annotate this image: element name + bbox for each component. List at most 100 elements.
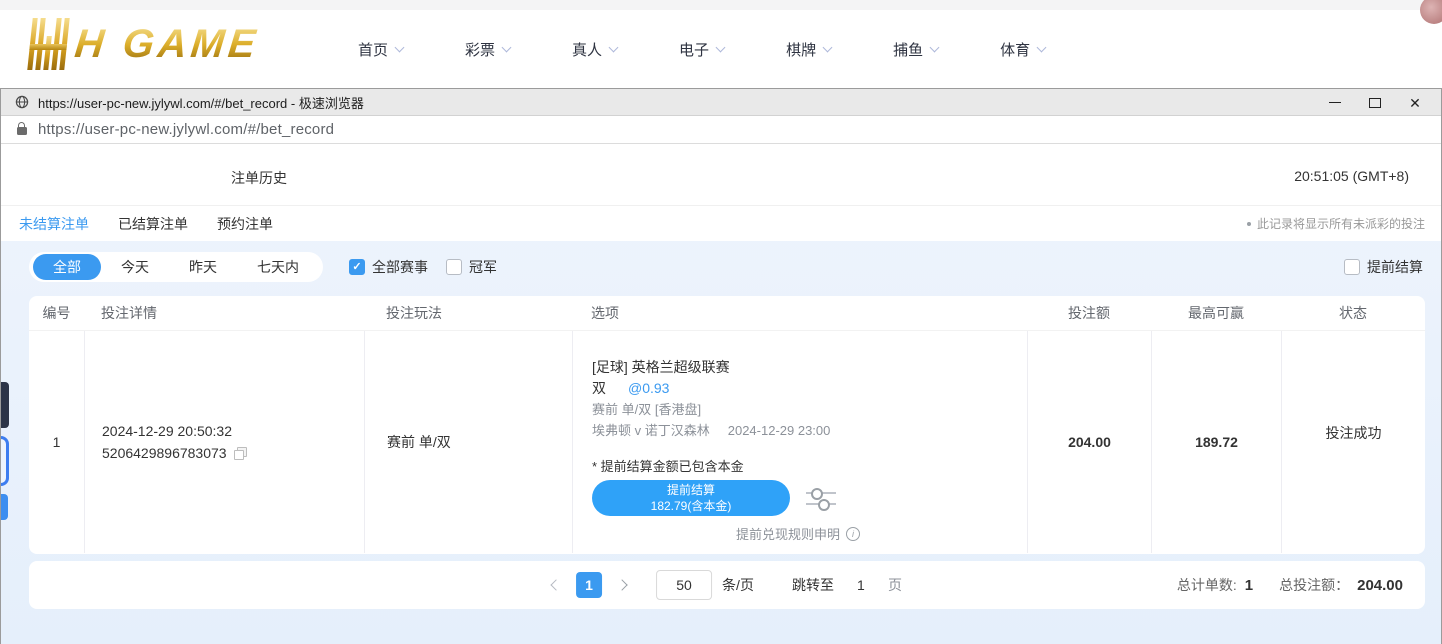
match-text: 埃弗顿 v 诺丁汉森林 <box>592 420 710 441</box>
date-option-7days[interactable]: 七天内 <box>237 254 319 280</box>
tab-reserved[interactable]: 预约注单 <box>217 214 273 234</box>
window-controls: ✕ <box>1315 89 1435 116</box>
header-note: 此记录将显示所有未派彩的投注 <box>1247 206 1425 241</box>
nav-label: 首页 <box>358 39 388 60</box>
site-header: H GAME 首页 彩票 真人 电子 棋牌 捕鱼 体育 <box>0 10 1442 88</box>
checkbox-early-settle[interactable]: 提前结算 <box>1344 257 1423 277</box>
nav-item-live[interactable]: 真人 <box>572 39 617 60</box>
page-header: 注单历史 20:51:05 (GMT+8) 未结算注单 已结算注单 预约注单 此… <box>1 144 1441 241</box>
row-number: 1 <box>29 434 84 450</box>
note-text: 此记录将显示所有未派彩的投注 <box>1257 215 1425 232</box>
page-size-input[interactable] <box>656 570 712 600</box>
site-logo[interactable]: H GAME <box>27 18 261 70</box>
rules-link-text: 提前兑现规则申明 <box>736 524 840 543</box>
cell-selection: [足球] 英格兰超级联赛 双 @0.93 赛前 单/双 [香港盘] 埃弗顿 v … <box>572 331 1027 553</box>
browser-addressbar[interactable]: https://user-pc-new.jylywl.com/#/bet_rec… <box>1 116 1441 144</box>
checkbox-all-events[interactable]: ✓ 全部赛事 <box>349 257 428 277</box>
maximize-icon <box>1369 98 1381 108</box>
nav-item-slots[interactable]: 电子 <box>679 39 724 60</box>
minimize-icon <box>1329 102 1341 103</box>
nav-label: 真人 <box>572 39 602 60</box>
col-header-details: 投注详情 <box>84 303 364 323</box>
floating-widget-fragment[interactable] <box>1 494 8 520</box>
nav-item-cards[interactable]: 棋牌 <box>786 39 831 60</box>
total-count-label: 总计单数: <box>1177 575 1237 595</box>
logo-mark-icon <box>27 18 69 70</box>
chevron-down-icon <box>609 42 619 52</box>
nav-item-lottery[interactable]: 彩票 <box>465 39 510 60</box>
date-option-all[interactable]: 全部 <box>33 254 101 280</box>
tab-settled[interactable]: 已结算注单 <box>118 214 188 234</box>
checkbox-champion[interactable]: 冠军 <box>446 257 497 277</box>
pagination-bar: 1 条/页 跳转至 页 总计单数: 1 总投注额： 204.00 <box>29 561 1425 609</box>
table-header-row: 编号 投注详情 投注玩法 选项 投注额 最高可赢 状态 <box>29 296 1425 331</box>
date-option-yesterday[interactable]: 昨天 <box>169 254 237 280</box>
col-header-status: 状态 <box>1281 303 1425 323</box>
cell-playtype: 赛前 单/双 <box>364 331 572 553</box>
lock-icon <box>17 127 27 135</box>
top-strip <box>0 0 1442 10</box>
col-header-no: 编号 <box>29 303 84 323</box>
bet-table: 编号 投注详情 投注玩法 选项 投注额 最高可赢 状态 1 2024-12-29… <box>29 296 1425 554</box>
browser-titlebar[interactable]: https://user-pc-new.jylywl.com/#/bet_rec… <box>1 89 1441 116</box>
bullet-icon <box>1247 222 1251 226</box>
pager-controls: 1 条/页 跳转至 页 <box>552 561 902 609</box>
close-icon: ✕ <box>1409 96 1421 110</box>
page-content: 注单历史 20:51:05 (GMT+8) 未结算注单 已结算注单 预约注单 此… <box>1 144 1441 644</box>
browser-window: https://user-pc-new.jylywl.com/#/bet_rec… <box>0 88 1442 644</box>
chevron-down-icon <box>716 42 726 52</box>
play-type: 赛前 单/双 <box>387 432 572 452</box>
address-url: https://user-pc-new.jylywl.com/#/bet_rec… <box>38 121 334 138</box>
date-range-group: 全部 今天 昨天 七天内 <box>29 252 323 282</box>
jump-label: 跳转至 <box>792 575 834 595</box>
minimize-button[interactable] <box>1315 89 1355 116</box>
tab-unsettled[interactable]: 未结算注单 <box>19 214 89 234</box>
nav-item-home[interactable]: 首页 <box>358 39 403 60</box>
filter-bar: 全部 今天 昨天 七天内 ✓ 全部赛事 冠军 提前结算 <box>1 241 1441 293</box>
status-text: 投注成功 <box>1282 423 1425 443</box>
cell-maxwin: 189.72 <box>1151 331 1281 553</box>
pick-text: 双 <box>592 378 606 399</box>
jump-page-input[interactable] <box>844 571 878 599</box>
copy-icon[interactable] <box>234 447 247 460</box>
info-icon: i <box>846 527 860 541</box>
bet-time: 2024-12-29 20:50:32 <box>102 420 364 442</box>
market-text: 赛前 单/双 [香港盘] <box>592 399 1027 420</box>
tune-sliders-icon[interactable] <box>806 492 836 505</box>
close-button[interactable]: ✕ <box>1395 89 1435 116</box>
page-1-button[interactable]: 1 <box>576 572 602 598</box>
floating-widget-fragment[interactable] <box>1 436 9 486</box>
nav-item-fishing[interactable]: 捕鱼 <box>893 39 938 60</box>
checkbox-unchecked-icon <box>446 259 462 275</box>
cell-details: 2024-12-29 20:50:32 5206429896783073 <box>84 331 364 553</box>
cashout-button[interactable]: 提前结算 182.79(含本金) <box>592 480 790 516</box>
chevron-down-icon <box>930 42 940 52</box>
chevron-down-icon <box>502 42 512 52</box>
avatar[interactable] <box>1420 0 1442 24</box>
odds-text: @0.93 <box>628 378 669 399</box>
table-row: 1 2024-12-29 20:50:32 5206429896783073 赛… <box>29 331 1425 553</box>
cashout-rules-link[interactable]: 提前兑现规则申明 i <box>592 524 860 543</box>
globe-icon <box>15 95 29 109</box>
nav-label: 彩票 <box>465 39 495 60</box>
next-page-icon[interactable] <box>616 579 627 590</box>
nav-label: 电子 <box>679 39 709 60</box>
total-stake-label: 总投注额： <box>1279 575 1349 595</box>
maxwin-amount: 189.72 <box>1152 434 1281 450</box>
nav-label: 捕鱼 <box>893 39 923 60</box>
window-title: https://user-pc-new.jylywl.com/#/bet_rec… <box>38 93 364 112</box>
per-page-label: 条/页 <box>722 575 754 595</box>
prev-page-icon[interactable] <box>550 579 561 590</box>
cashout-note: * 提前结算金额已包含本金 <box>592 456 1027 475</box>
total-stake-value: 204.00 <box>1357 577 1403 594</box>
nav-item-sports[interactable]: 体育 <box>1000 39 1045 60</box>
floating-widget-fragment[interactable] <box>1 382 9 428</box>
date-option-today[interactable]: 今天 <box>101 254 169 280</box>
cashout-label: 提前结算 <box>667 483 715 497</box>
cashout-amount: 182.79(含本金) <box>651 499 732 513</box>
main-nav: 首页 彩票 真人 电子 棋牌 捕鱼 体育 <box>358 10 1045 88</box>
maximize-button[interactable] <box>1355 89 1395 116</box>
checkbox-checked-icon: ✓ <box>349 259 365 275</box>
checkbox-label: 提前结算 <box>1367 257 1423 277</box>
col-header-selection: 选项 <box>572 303 1027 323</box>
